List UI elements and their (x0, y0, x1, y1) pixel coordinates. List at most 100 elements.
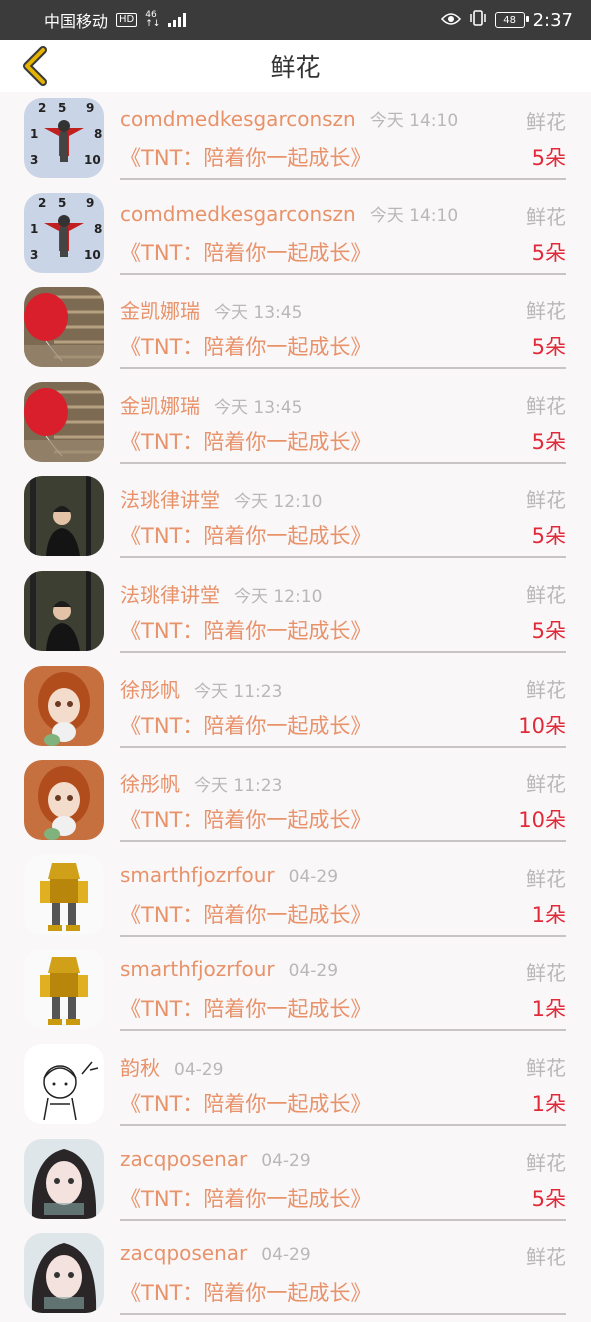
book-title-link[interactable]: 《TNT：陪着你一起成长》 (120, 1088, 371, 1118)
svg-text:10: 10 (84, 153, 101, 167)
user-name[interactable]: smarthfjozrfour (120, 863, 275, 887)
list-item[interactable]: zacqposenar 04-29 鲜花 《TNT：陪着你一起成长》 5朵 (0, 1133, 591, 1228)
record-time: 04-29 (261, 1150, 311, 1171)
list-item[interactable]: 法珧律讲堂 今天 12:10 鲜花 《TNT：陪着你一起成长》 5朵 (0, 470, 591, 565)
list-item[interactable]: 金凯娜瑞 今天 13:45 鲜花 《TNT：陪着你一起成长》 5朵 (0, 376, 591, 471)
avatar[interactable] (24, 665, 104, 746)
gift-category: 鲜花 (526, 1055, 566, 1080)
record-time: 04-29 (261, 1245, 311, 1266)
avatar[interactable] (24, 381, 104, 462)
user-name[interactable]: 金凯娜瑞 (120, 299, 200, 323)
flower-amount: 1朵 (531, 997, 566, 1022)
user-name[interactable]: 韵秋 (120, 1056, 160, 1080)
book-title-link[interactable]: 《TNT：陪着你一起成长》 (120, 1277, 371, 1307)
book-title-link[interactable]: 《TNT：陪着你一起成长》 (120, 993, 371, 1023)
user-name-line: 韵秋 04-29 (120, 1052, 223, 1081)
vibrate-icon (469, 9, 487, 31)
record-time: 今天 12:10 (234, 586, 323, 607)
avatar[interactable] (24, 287, 104, 368)
list-item-info: smarthfjozrfour 04-29 鲜花《TNT：陪着你一起成长》 1朵 (120, 943, 566, 1032)
user-name[interactable]: comdmedkesgarconszn (120, 107, 356, 131)
avatar[interactable]: 2 5 9 1 8 3 10 (24, 98, 104, 178)
user-name[interactable]: smarthfjozrfour (120, 957, 275, 981)
user-name[interactable]: zacqposenar (120, 1241, 247, 1265)
battery-level: 48 (503, 14, 516, 26)
list-item-info: smarthfjozrfour 04-29 鲜花 《TNT：陪着你一起成长》 1朵 (120, 849, 566, 937)
user-name[interactable]: 徐彤帆 (120, 772, 180, 796)
list-item[interactable]: 金凯娜瑞 今天 13:45 鲜花 《TNT：陪着你一起成长》 5朵 (0, 281, 591, 376)
status-bar: 中国移动 HD 46 ↑↓ 48 2:37 (0, 0, 591, 40)
book-title-link[interactable]: 《TNT：陪着你一起成长》 (120, 710, 371, 740)
record-time: 04-29 (174, 1059, 224, 1080)
record-time: 04-29 (288, 961, 339, 982)
list-item-info: 金凯娜瑞 今天 13:45 鲜花 《TNT：陪着你一起成长》 5朵 (120, 376, 566, 464)
list-item-info: 徐彤帆 今天 11:23 鲜花 《TNT：陪着你一起成长》 10朵 (120, 754, 566, 843)
list-item-info: comdmedkesgarconszn 今天 14:10 鲜花 《TNT：陪着你一起成… (120, 92, 566, 180)
book-title-link[interactable]: 《TNT：陪着你一起成长》 (120, 520, 371, 550)
list-item-info: zacqposenar 04-29 鲜花 《TNT：陪着你一起成长》 (120, 1227, 566, 1316)
book-title-link[interactable]: 《TNT：陪着你一起成长》 (120, 331, 371, 361)
back-button[interactable] (14, 46, 54, 86)
list-item-info: 金凯娜瑞 今天 13:45 鲜花 《TNT：陪着你一起成长》 5朵 (120, 281, 566, 370)
avatar[interactable] (24, 570, 104, 651)
book-title-link[interactable]: 《TNT：陪着你一起成长》 (120, 142, 371, 172)
list-item[interactable]: 徐彤帆 今天 11:23 鲜花 《TNT：陪着你一起成长》 10朵 (0, 754, 591, 849)
carrier-label: 中国移动 (44, 12, 109, 31)
list-item[interactable]: 2 5 9 1 8 3 10 comdmedkesgarconszn 今天 14:10 鲜花 《TN… (0, 187, 591, 282)
user-name[interactable]: 徐彤帆 (120, 678, 180, 702)
list-item[interactable]: zacqposenar 04-29 鲜花 《TNT：陪着你一起成长》 (0, 1227, 591, 1322)
status-right: 48 2:37 (440, 9, 573, 31)
book-title-link[interactable]: 《TNT：陪着你一起成长》 (120, 1183, 371, 1213)
book-title-link[interactable]: 《TNT：陪着你一起成长》 (120, 615, 371, 645)
page-title: 鲜花 (270, 53, 321, 82)
avatar[interactable] (24, 854, 104, 935)
gift-category: 鲜花 (526, 961, 566, 986)
user-name-line: 徐彤帆 今天 11:23 (120, 674, 282, 703)
list-item[interactable]: 韵秋 04-29 鲜花 《TNT：陪着你一起成长》 1朵 (0, 1038, 591, 1133)
avatar[interactable] (24, 949, 104, 1030)
list-item-info: 法珧律讲堂 今天 12:10 鲜花 《TNT：陪着你一起成长》 5朵 (120, 565, 566, 653)
avatar[interactable] (24, 1043, 104, 1124)
user-name[interactable]: 金凯娜瑞 (120, 394, 200, 418)
user-name[interactable]: 法珧律讲堂 (120, 583, 220, 607)
svg-text:2: 2 (38, 196, 46, 210)
book-title-link[interactable]: 《TNT：陪着你一起成长》 (120, 899, 371, 929)
book-title-link[interactable]: 《TNT：陪着你一起成长》 (120, 804, 371, 834)
record-time: 今天 13:45 (214, 303, 303, 324)
list-item[interactable]: 徐彤帆 今天 11:23 鲜花 《TNT：陪着你一起成长》 10朵 (0, 660, 591, 755)
svg-text:9: 9 (86, 196, 94, 210)
list-item[interactable]: smarthfjozrfour 04-29 鲜花 《TNT：陪着你一起成长》 1朵 (0, 849, 591, 944)
gift-category: 鲜花 (526, 488, 566, 513)
battery-icon: 48 (494, 12, 529, 28)
avatar[interactable]: 2 5 9 1 8 3 10 (24, 192, 104, 273)
user-name[interactable]: comdmedkesgarconszn (120, 202, 356, 226)
flower-amount: 10朵 (518, 808, 566, 833)
svg-text:9: 9 (86, 101, 94, 115)
svg-text:10: 10 (84, 248, 101, 262)
user-name-line: comdmedkesgarconszn 今天 14:10 (120, 106, 458, 131)
list-item-info: 韵秋 04-29 鲜花 《TNT：陪着你一起成长》 1朵 (120, 1038, 566, 1126)
user-name-line: 法珧律讲堂 今天 12:10 (120, 484, 322, 513)
flower-amount: 10朵 (518, 713, 566, 738)
record-time: 今天 14:10 (369, 111, 459, 131)
avatar[interactable] (24, 760, 104, 841)
list-item-info: 徐彤帆 今天 11:23 鲜花 《TNT：陪着你一起成长》 10朵 (120, 660, 566, 748)
user-name-line: zacqposenar 04-29 (120, 1241, 311, 1265)
book-title-link[interactable]: 《TNT：陪着你一起成长》 (120, 426, 371, 456)
book-title-link[interactable]: 《TNT：陪着你一起成长》 (120, 237, 371, 267)
avatar[interactable] (24, 476, 104, 557)
avatar[interactable] (24, 1233, 104, 1314)
flower-amount: 1朵 (531, 902, 566, 927)
gift-category: 鲜花 (526, 772, 566, 797)
list-item[interactable]: 2 5 9 1 8 3 10 comdmedkesgarconszn 今天 14:10 鲜花 《TN… (0, 92, 591, 187)
gift-category: 鲜花 (526, 299, 566, 324)
user-name[interactable]: zacqposenar (120, 1147, 247, 1171)
svg-text:8: 8 (94, 127, 102, 141)
gift-category: 鲜花 (526, 393, 566, 418)
svg-text:2: 2 (38, 101, 46, 115)
avatar[interactable] (24, 1138, 104, 1219)
list-item[interactable]: 法珧律讲堂 今天 12:10 鲜花 《TNT：陪着你一起成长》 5朵 (0, 565, 591, 660)
user-name[interactable]: 法珧律讲堂 (120, 488, 220, 512)
list-item[interactable]: smarthfjozrfour 04-29 鲜花《TNT：陪着你一起成长》 1朵 (0, 943, 591, 1038)
record-time: 今天 11:23 (194, 681, 283, 702)
